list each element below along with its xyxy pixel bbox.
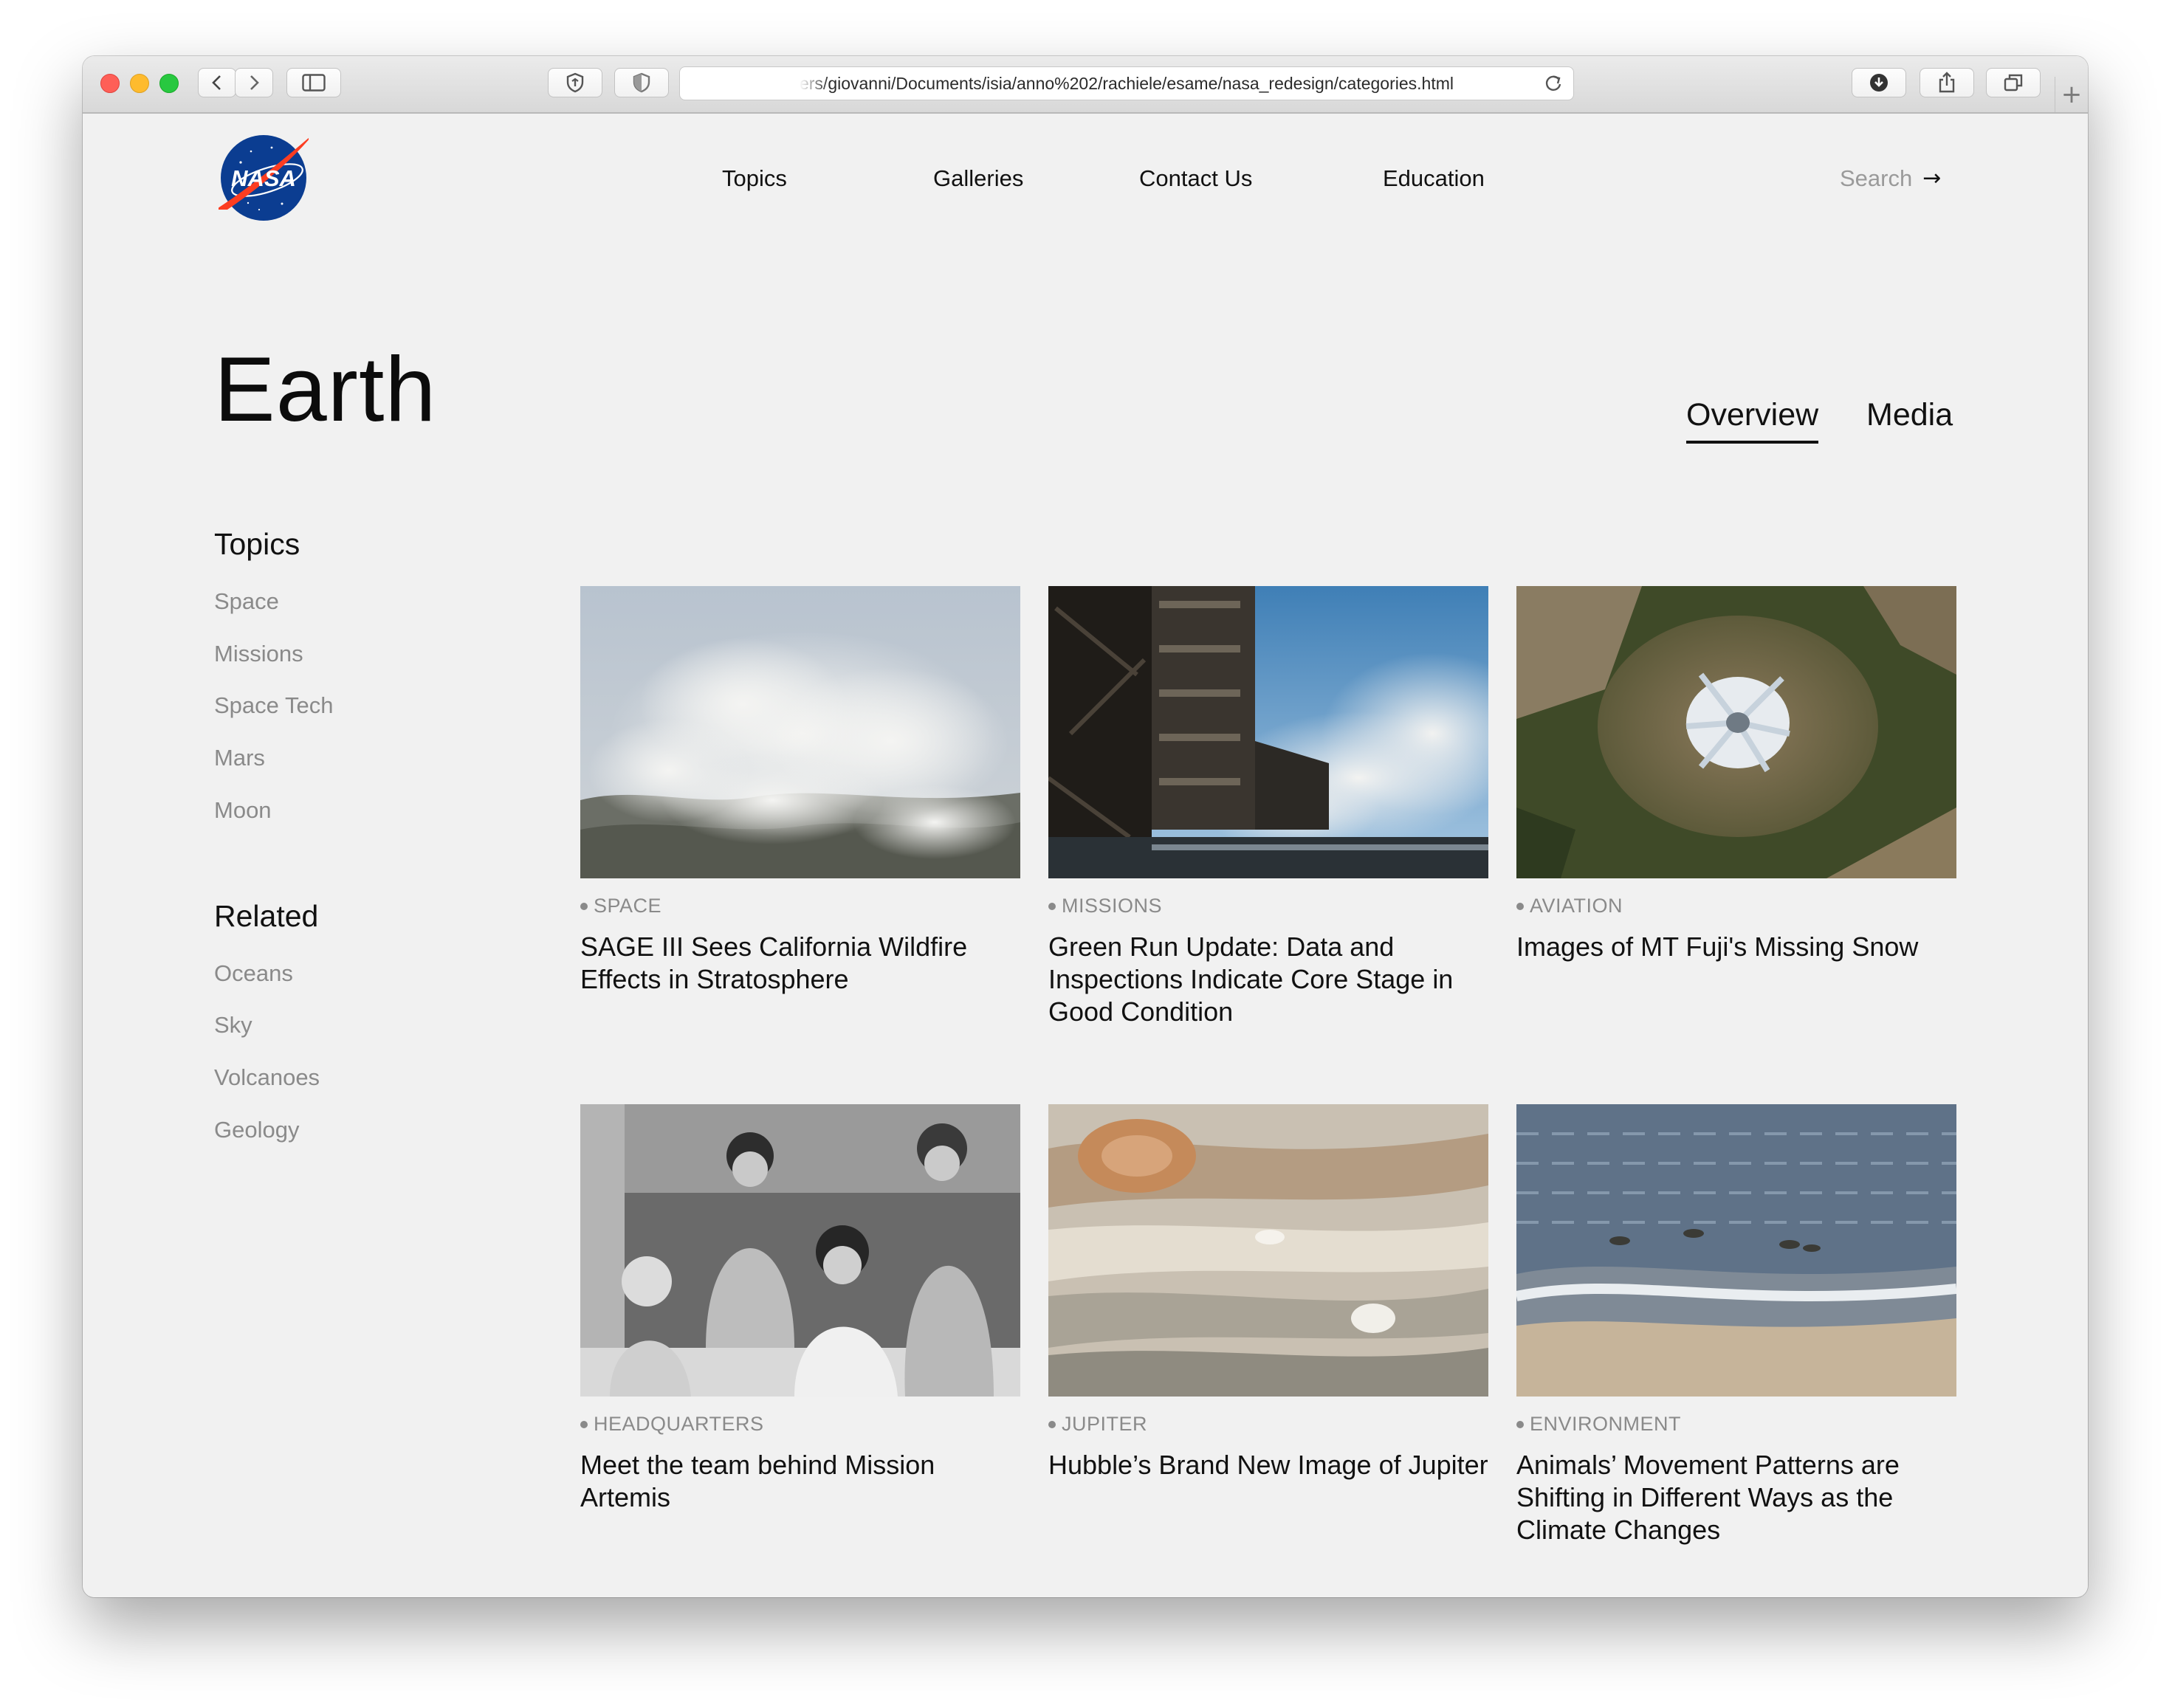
sidebar-item-space[interactable]: Space: [214, 588, 279, 615]
url-text[interactable]: ers/giovanni/Documents/isia/anno%202/rac…: [800, 74, 1454, 94]
article-card[interactable]: JUPITER Hubble’s Brand New Image of Jupi…: [1048, 1104, 1488, 1481]
bullet-icon: [580, 1420, 588, 1428]
back-button[interactable]: [198, 68, 236, 97]
chevron-left-icon: [212, 75, 221, 90]
related-heading: Related: [214, 899, 319, 933]
wildfire-smoke-image[interactable]: [580, 586, 1020, 878]
article-card[interactable]: SPACE SAGE III Sees California Wildfire …: [580, 586, 1020, 996]
tab-overview[interactable]: Overview: [1686, 397, 1819, 444]
nav-galleries[interactable]: Galleries: [933, 165, 1023, 192]
card-headline[interactable]: Images of MT Fuji's Missing Snow: [1516, 931, 1956, 963]
arrow-right-icon[interactable]: →: [1922, 168, 1941, 190]
nav-contact-us[interactable]: Contact Us: [1139, 165, 1252, 192]
bullet-icon: [1516, 1420, 1524, 1428]
half-shield-icon: [633, 72, 650, 93]
card-headline[interactable]: Animals’ Movement Patterns are Shifting …: [1516, 1449, 1956, 1546]
card-tag-label: SPACE: [594, 895, 662, 917]
downloads-button[interactable]: [1852, 68, 1906, 97]
chevron-right-icon: [250, 75, 259, 90]
search-label[interactable]: Search: [1840, 165, 1912, 192]
card-tag-label: ENVIRONMENT: [1530, 1413, 1682, 1435]
card-tag: HEADQUARTERS: [580, 1413, 1020, 1436]
privacy-report-button[interactable]: [548, 68, 602, 97]
card-tag: AVIATION: [1516, 895, 1956, 917]
card-tag-label: AVIATION: [1530, 895, 1623, 917]
bullet-icon: [1516, 902, 1524, 910]
close-window-button[interactable]: [100, 74, 120, 93]
card-headline[interactable]: Meet the team behind Mission Artemis: [580, 1449, 1020, 1514]
share-icon: [1939, 72, 1955, 93]
shield-icon: [566, 72, 584, 93]
sidebar-item-oceans[interactable]: Oceans: [214, 960, 293, 987]
article-card[interactable]: ENVIRONMENT Animals’ Movement Patterns a…: [1516, 1104, 1956, 1546]
reload-icon[interactable]: [1544, 74, 1563, 97]
page-title: Earth: [214, 339, 437, 441]
sidebar-item-missions[interactable]: Missions: [214, 641, 303, 667]
tab-media[interactable]: Media: [1866, 397, 1953, 441]
card-headline[interactable]: Hubble’s Brand New Image of Jupiter: [1048, 1449, 1488, 1481]
sidebar-item-volcanoes[interactable]: Volcanoes: [214, 1064, 320, 1091]
browser-window: ers/giovanni/Documents/isia/anno%202/rac…: [83, 56, 2088, 1597]
nasa-logo-text: NASA: [231, 165, 296, 191]
shoreline-birds-image[interactable]: [1516, 1104, 1956, 1397]
forward-button[interactable]: [235, 68, 273, 97]
sidebar-item-geology[interactable]: Geology: [214, 1117, 299, 1143]
tabs-icon: [2004, 74, 2023, 92]
sidebar-item-moon[interactable]: Moon: [214, 797, 272, 824]
sidebar-icon: [302, 74, 326, 92]
card-tag: ENVIRONMENT: [1516, 1413, 1956, 1436]
article-card[interactable]: AVIATION Images of MT Fuji's Missing Sno…: [1516, 586, 1956, 963]
bullet-icon: [1048, 1420, 1056, 1428]
bullet-icon: [580, 902, 588, 910]
card-headline[interactable]: SAGE III Sees California Wildfire Effect…: [580, 931, 1020, 996]
share-button[interactable]: [1920, 68, 1974, 97]
team-photo-image[interactable]: [580, 1104, 1020, 1397]
zoom-window-button[interactable]: [159, 74, 179, 93]
card-tag: SPACE: [580, 895, 1020, 917]
address-bar[interactable]: ers/giovanni/Documents/isia/anno%202/rac…: [679, 66, 1574, 100]
jupiter-image[interactable]: [1048, 1104, 1488, 1397]
topics-heading: Topics: [214, 527, 300, 561]
extension-button[interactable]: [614, 68, 669, 97]
download-icon: [1870, 74, 1888, 92]
browser-toolbar: ers/giovanni/Documents/isia/anno%202/rac…: [83, 56, 2088, 114]
card-tag-label: JUPITER: [1062, 1413, 1148, 1435]
article-card[interactable]: MISSIONS Green Run Update: Data and Insp…: [1048, 586, 1488, 1028]
tab-overview-button[interactable]: [1986, 68, 2041, 97]
plus-icon: +: [2061, 80, 2083, 109]
search-field[interactable]: Search →: [1840, 165, 1941, 192]
green-run-test-image[interactable]: [1048, 586, 1488, 878]
screenshot-stage: ers/giovanni/Documents/isia/anno%202/rac…: [0, 0, 2172, 1708]
card-headline[interactable]: Green Run Update: Data and Inspections I…: [1048, 931, 1488, 1028]
minimize-window-button[interactable]: [130, 74, 149, 93]
article-card[interactable]: HEADQUARTERS Meet the team behind Missio…: [580, 1104, 1020, 1514]
bullet-icon: [1048, 902, 1056, 910]
sidebar-item-sky[interactable]: Sky: [214, 1012, 252, 1039]
mt-fuji-satellite-image[interactable]: [1516, 586, 1956, 878]
sidebar-toggle-button[interactable]: [286, 68, 341, 97]
card-tag-label: MISSIONS: [1062, 895, 1163, 917]
card-tag: MISSIONS: [1048, 895, 1488, 917]
web-page: NASA Topics Galleries Contact Us Educati…: [83, 114, 2088, 1597]
card-tag-label: HEADQUARTERS: [594, 1413, 764, 1435]
nasa-logo[interactable]: NASA: [219, 133, 309, 223]
sidebar-item-mars[interactable]: Mars: [214, 745, 265, 771]
card-tag: JUPITER: [1048, 1413, 1488, 1436]
new-tab-button[interactable]: +: [2055, 77, 2088, 112]
nav-education[interactable]: Education: [1383, 165, 1485, 192]
nav-topics[interactable]: Topics: [722, 165, 787, 192]
sidebar-item-space-tech[interactable]: Space Tech: [214, 692, 333, 719]
